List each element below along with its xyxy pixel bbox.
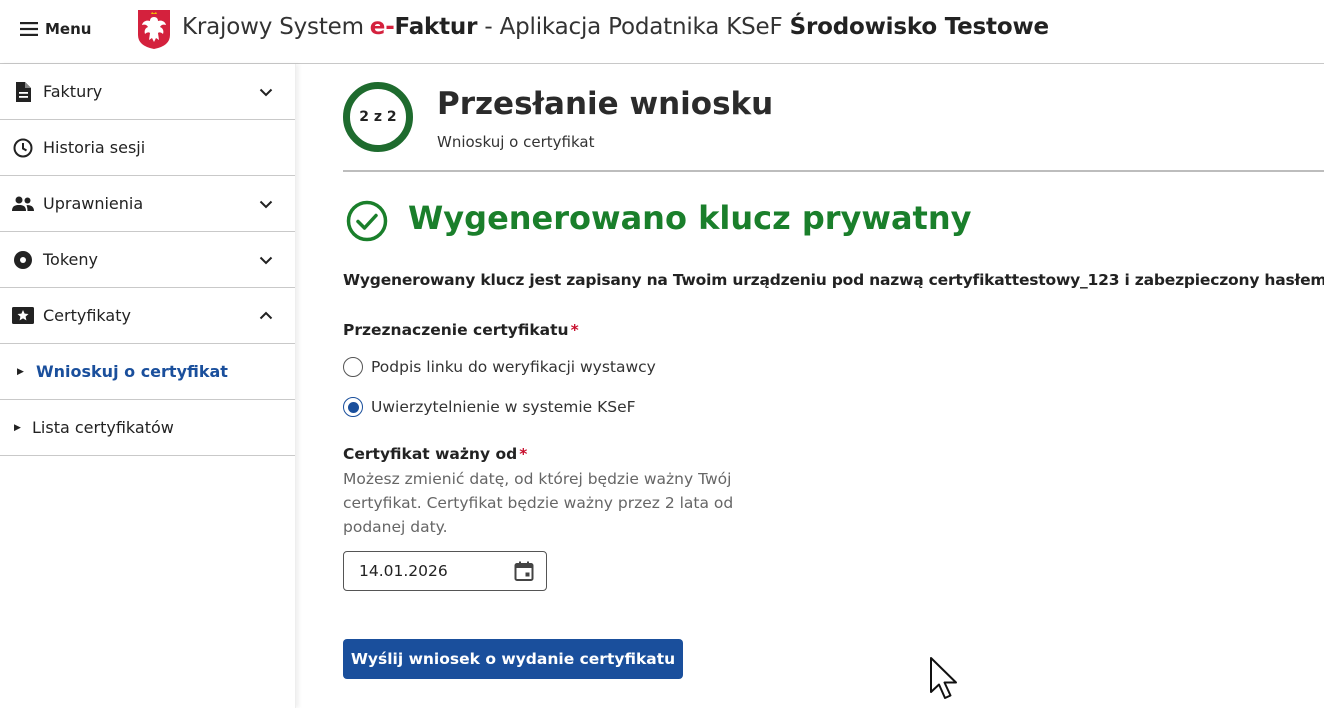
sidebar-item-label: Tokeny: [43, 250, 98, 269]
key-info-text: Wygenerowany klucz jest zapisany na Twoi…: [343, 271, 1324, 289]
sidebar-subitem-wnioskuj-o-certyfikat[interactable]: ▶ Wnioskuj o certyfikat: [0, 344, 295, 400]
calendar-icon[interactable]: [513, 560, 535, 582]
sidebar-item-historia-sesji[interactable]: Historia sesji: [0, 120, 295, 176]
environment-label: Środowisko Testowe: [789, 14, 1049, 40]
valid-from-label-text: Certyfikat ważny od: [343, 445, 518, 463]
menu-button[interactable]: Menu: [20, 17, 91, 41]
sidebar-item-label: Historia sesji: [43, 138, 146, 157]
header-divider: [343, 170, 1324, 172]
purpose-option-ksef-auth[interactable]: Uwierzytelnienie w systemie KSeF: [343, 397, 636, 417]
mouse-cursor-icon: [930, 657, 957, 699]
sidebar-subitem-label: Lista certyfikatów: [32, 418, 174, 437]
polish-eagle-emblem-icon: [138, 10, 170, 49]
required-mark: *: [570, 321, 579, 339]
document-icon: [12, 81, 34, 103]
sidebar-item-label: Faktury: [43, 82, 103, 101]
required-mark: *: [519, 445, 528, 463]
purpose-label-text: Przeznaczenie certyfikatu: [343, 321, 569, 339]
page-title: Przesłanie wniosku: [437, 86, 774, 122]
valid-from-label: Certyfikat ważny od *: [343, 445, 527, 463]
purpose-label: Przeznaczenie certyfikatu *: [343, 321, 579, 339]
triangle-right-icon: ▶: [17, 366, 24, 377]
sidebar-subitem-label: Wnioskuj o certyfikat: [36, 362, 228, 381]
chevron-down-icon: [259, 88, 273, 96]
submit-certificate-request-button[interactable]: Wyślij wniosek o wydanie certyfikatu: [343, 639, 683, 679]
radio-button-selected[interactable]: [343, 397, 363, 417]
sidebar-item-label: Certyfikaty: [43, 306, 131, 325]
top-header: Menu Krajowy System e-Faktur - Aplikacja …: [0, 0, 1324, 64]
people-icon: [12, 193, 34, 215]
clock-icon: [12, 137, 34, 159]
step-indicator: 2 z 2: [343, 82, 413, 152]
token-icon: [12, 249, 34, 271]
valid-from-help-text: Możesz zmienić datę, od której będzie wa…: [343, 470, 734, 536]
success-title: Wygenerowano klucz prywatny: [408, 199, 972, 237]
app-title-faktur: Faktur: [394, 14, 478, 40]
sidebar-item-certyfikaty[interactable]: Certyfikaty: [0, 288, 295, 344]
menu-label: Menu: [45, 20, 92, 38]
sidebar-item-uprawnienia[interactable]: Uprawnienia: [0, 176, 295, 232]
app-title-prefix: Krajowy System: [182, 14, 364, 40]
step-indicator-text: 2 z 2: [359, 109, 397, 125]
hamburger-icon: [20, 22, 38, 36]
sidebar-subitem-lista-certyfikatow[interactable]: ▶ Lista certyfikatów: [0, 400, 295, 456]
triangle-right-icon: ▶: [14, 422, 21, 433]
sidebar-item-faktury[interactable]: Faktury: [0, 64, 295, 120]
radio-label: Uwierzytelnienie w systemie KSeF: [371, 398, 636, 416]
sidebar: Faktury Historia sesji Uprawnienia Token…: [0, 64, 296, 708]
radio-label: Podpis linku do weryfikacji wystawcy: [371, 358, 656, 376]
date-input-value: 14.01.2026: [359, 562, 448, 580]
check-circle-icon: [346, 200, 388, 242]
certificate-icon: [12, 305, 34, 327]
chevron-up-icon: [259, 311, 273, 319]
chevron-down-icon: [259, 256, 273, 264]
app-title-e: e-: [369, 14, 395, 40]
sidebar-item-label: Uprawnienia: [43, 194, 144, 213]
radio-button[interactable]: [343, 357, 363, 377]
app-title-middle: - Aplikacja Podatnika KSeF: [477, 14, 790, 40]
valid-from-date-input[interactable]: 14.01.2026: [343, 551, 547, 591]
page-subtitle: Wnioskuj o certyfikat: [437, 133, 595, 151]
app-title: Krajowy System e-Faktur - Aplikacja Podat…: [182, 14, 1049, 40]
purpose-option-link-signature[interactable]: Podpis linku do weryfikacji wystawcy: [343, 357, 656, 377]
chevron-down-icon: [259, 200, 273, 208]
sidebar-item-tokeny[interactable]: Tokeny: [0, 232, 295, 288]
